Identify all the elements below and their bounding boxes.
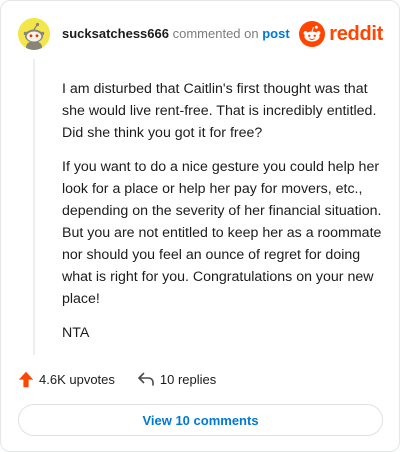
commented-on-text: commented on [172, 26, 259, 41]
reddit-alien-icon [299, 21, 326, 47]
upvote-button[interactable]: 4.6K upvotes [18, 371, 115, 388]
comment-card: sucksatchess666 commented on post reddit… [0, 0, 400, 452]
view-comments-label: View 10 comments [142, 412, 259, 428]
reddit-logo[interactable]: reddit [299, 20, 383, 48]
view-comments-button[interactable]: View 10 comments [18, 404, 383, 436]
comment-actions: 4.6K upvotes 10 replies [18, 368, 216, 390]
reply-arrow-icon [138, 372, 154, 386]
comment-paragraph: NTA [62, 325, 90, 341]
post-link[interactable]: post [262, 26, 289, 41]
comment-paragraph: If you want to do a nice gesture you cou… [62, 159, 382, 307]
reddit-wordmark: reddit [329, 22, 383, 45]
comment-meta: sucksatchess666 commented on post [62, 26, 290, 42]
upvote-arrow-icon [18, 371, 34, 387]
comment-paragraph: I am disturbed that Caitlin's first thou… [62, 81, 377, 141]
thread-line[interactable] [33, 59, 35, 355]
snoo-avatar-icon [18, 18, 50, 50]
reply-count: 10 replies [159, 371, 217, 387]
username-link[interactable]: sucksatchess666 [62, 26, 169, 41]
user-avatar[interactable] [18, 18, 50, 50]
comment-body: I am disturbed that Caitlin's first thou… [62, 78, 382, 356]
upvote-count: 4.6K upvotes [39, 371, 115, 387]
replies-button[interactable]: 10 replies [137, 371, 216, 387]
